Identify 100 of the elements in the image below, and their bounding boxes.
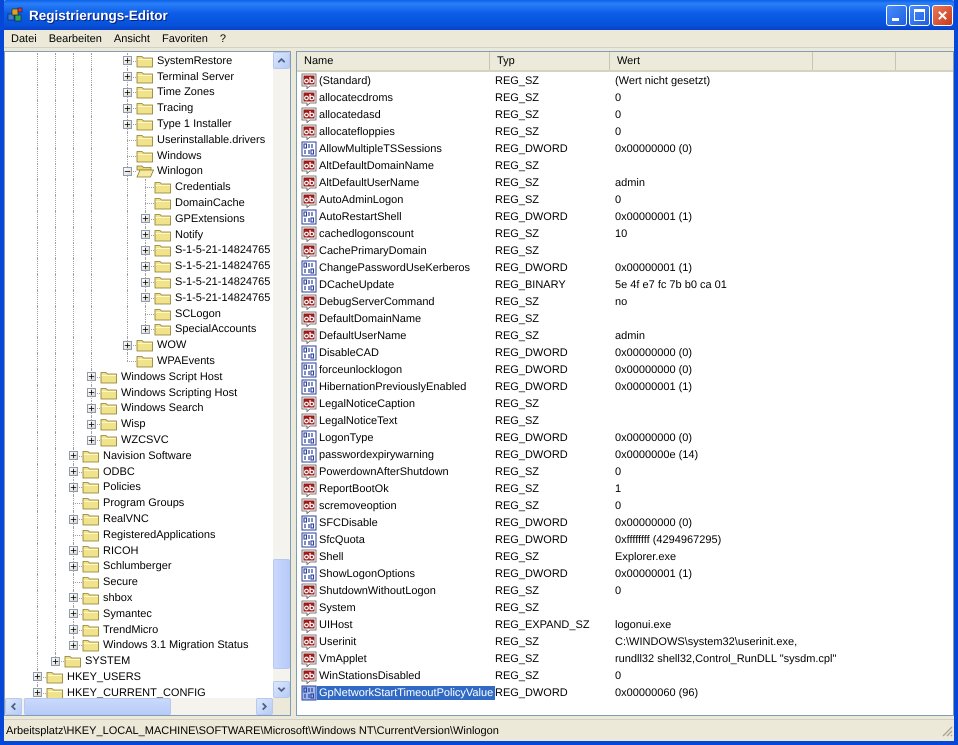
value-name[interactable]: ShowLogonOptions [317, 566, 418, 580]
expand-icon[interactable] [69, 451, 78, 460]
value-name[interactable]: allocatefloppies [317, 124, 397, 138]
value-name[interactable]: CachePrimaryDomain [317, 244, 429, 258]
value-name[interactable]: AutoRestartShell [317, 210, 404, 224]
expand-icon[interactable] [69, 609, 78, 618]
value-name[interactable]: forceunlocklogon [317, 362, 404, 376]
expand-icon[interactable] [69, 467, 78, 476]
value-name[interactable]: cachedlogonscount [317, 226, 416, 240]
expand-icon[interactable] [123, 72, 132, 82]
expand-icon[interactable] [69, 482, 78, 492]
expand-icon[interactable] [141, 293, 150, 302]
tree-item[interactable]: SpecialAccounts [174, 323, 258, 336]
tree-item[interactable]: DomainCache [174, 197, 246, 210]
value-name[interactable]: DCacheUpdate [317, 278, 396, 292]
value-name[interactable]: DebugServerCommand [317, 294, 437, 308]
value-name[interactable]: AutoAdminLogon [317, 192, 406, 206]
tree-item[interactable]: RegisteredApplications [102, 528, 217, 541]
tree-item[interactable]: S-1-5-21-14824765 [174, 292, 272, 304]
tree-item[interactable]: S-1-5-21-14824765 [174, 244, 272, 256]
value-name[interactable]: ShutdownWithoutLogon [317, 584, 438, 598]
expand-icon[interactable] [123, 340, 132, 350]
value-name[interactable]: allocatedasd [317, 108, 383, 122]
value-name[interactable]: DefaultUserName [317, 328, 408, 342]
value-name[interactable]: VmApplet [317, 652, 369, 666]
value-name[interactable]: passwordexpirywarning [317, 448, 436, 462]
expand-icon[interactable] [87, 404, 96, 413]
scroll-right-button[interactable] [256, 698, 273, 715]
value-name[interactable]: LegalNoticeCaption [317, 396, 418, 410]
collapse-icon[interactable] [123, 166, 132, 176]
expand-icon[interactable] [33, 672, 42, 682]
expand-icon[interactable] [69, 546, 78, 556]
scrollbar-thumb[interactable] [273, 559, 290, 669]
menu-item[interactable]: Bearbeiten [42, 32, 108, 44]
column-header[interactable]: Wert [610, 52, 813, 70]
tree-item[interactable]: SystemRestore [156, 54, 234, 67]
scroll-up-button[interactable] [273, 52, 290, 69]
tree-item[interactable]: Credentials [174, 181, 232, 194]
expand-icon[interactable] [123, 56, 132, 66]
expand-icon[interactable] [69, 514, 78, 524]
tree-item[interactable]: Windows Scripting Host [120, 386, 238, 399]
tree-item[interactable]: SYSTEM [84, 655, 132, 668]
expand-icon[interactable] [69, 562, 78, 571]
value-name[interactable]: allocatecdroms [317, 90, 395, 104]
expand-icon[interactable] [87, 420, 96, 429]
expand-icon[interactable] [123, 120, 132, 129]
expand-icon[interactable] [123, 88, 132, 97]
tree-item[interactable]: RealVNC [102, 513, 150, 525]
value-name[interactable]: Userinit [317, 634, 358, 648]
tree-item[interactable]: Schlumberger [102, 560, 172, 572]
tree-item[interactable]: RICOH [102, 544, 140, 557]
tree-item[interactable]: Type 1 Installer [156, 118, 233, 130]
value-name[interactable]: AltDefaultDomainName [317, 158, 436, 172]
minimize-button[interactable] [886, 4, 907, 26]
expand-icon[interactable] [141, 324, 150, 334]
menu-item[interactable]: Datei [5, 32, 43, 44]
expand-icon[interactable] [87, 436, 96, 445]
value-name[interactable]: SfcQuota [317, 532, 367, 546]
expand-icon[interactable] [87, 388, 96, 398]
tree-item[interactable]: Secure [102, 576, 139, 588]
tree-item[interactable]: Userinstallable.drivers [156, 134, 266, 146]
scroll-down-button[interactable] [273, 681, 290, 698]
tree-item[interactable]: Windows Script Host [120, 370, 224, 383]
tree-item[interactable]: Terminal Server [156, 70, 236, 83]
expand-icon[interactable] [69, 640, 78, 650]
tree-item[interactable]: Wisp [120, 418, 146, 430]
tree-item[interactable]: WPAEvents [156, 355, 216, 368]
tree-item[interactable]: Tracing [156, 102, 194, 114]
value-name[interactable]: AltDefaultUserName [317, 176, 422, 190]
scroll-left-button[interactable] [5, 698, 22, 715]
menu-item[interactable]: Ansicht [108, 32, 156, 44]
value-name[interactable]: UIHost [317, 618, 355, 632]
value-name[interactable]: LogonType [317, 430, 376, 444]
tree-item[interactable]: GPExtensions [174, 212, 246, 225]
value-name[interactable]: SFCDisable [317, 516, 380, 530]
tree-item[interactable]: Policies [102, 481, 142, 494]
tree-item[interactable]: Program Groups [102, 497, 186, 510]
expand-icon[interactable] [123, 104, 132, 113]
value-name[interactable]: scremoveoption [317, 498, 399, 512]
tree-item[interactable]: Winlogon [156, 165, 204, 178]
close-button[interactable] [932, 4, 953, 26]
value-name[interactable]: LegalNoticeText [317, 414, 400, 428]
value-name[interactable]: GpNetworkStartTimeoutPolicyValue [317, 686, 496, 700]
tree-item[interactable]: Windows [156, 150, 203, 162]
expand-icon[interactable] [33, 688, 42, 698]
expand-icon[interactable] [141, 262, 150, 271]
tree-item[interactable]: HKEY_CURRENT_CONFIG [66, 686, 207, 698]
tree-item[interactable]: Symantec [102, 608, 153, 620]
tree-item[interactable]: Notify [174, 228, 204, 241]
expand-icon[interactable] [141, 246, 150, 255]
expand-icon[interactable] [51, 656, 60, 666]
expand-icon[interactable] [69, 593, 78, 602]
tree-item[interactable]: Windows Search [120, 402, 205, 414]
tree-item[interactable]: shbox [102, 592, 134, 604]
maximize-button[interactable] [909, 4, 930, 26]
column-header[interactable]: Name [297, 52, 490, 70]
tree-item[interactable]: Navision Software [102, 450, 193, 462]
tree-item[interactable]: S-1-5-21-14824765 [174, 260, 272, 272]
value-name[interactable]: DefaultDomainName [317, 312, 424, 326]
value-name[interactable]: (Standard) [317, 74, 373, 88]
